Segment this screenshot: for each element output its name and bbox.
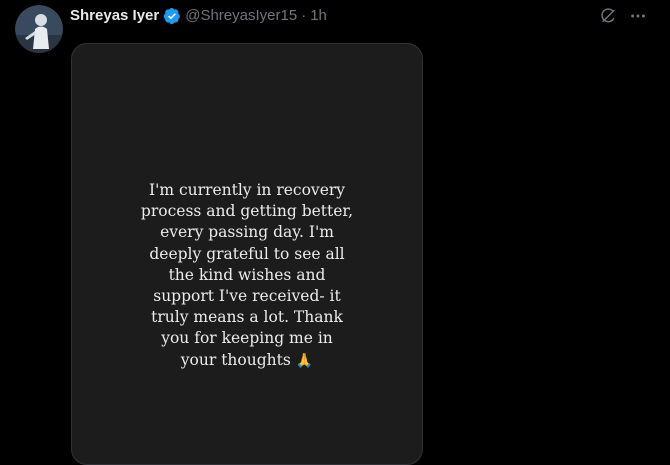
author-avatar[interactable] (15, 5, 63, 53)
story-line: every passing day. I'm (160, 223, 334, 242)
timestamp[interactable]: 1h (310, 7, 327, 25)
story-line: truly means a lot. Thank (151, 308, 343, 327)
story-line: process and getting better, (140, 202, 354, 221)
tweet-media-card[interactable]: I'm currently in recovery process and ge… (71, 43, 423, 465)
story-line: the kind wishes and (168, 265, 326, 284)
story-text: I'm currently in recovery process and ge… (72, 180, 422, 372)
tweet-header: Shreyas Iyer @ShreyasIyer15 · 1h (70, 7, 327, 25)
author-handle[interactable]: @ShreyasIyer15 (185, 7, 297, 25)
story-line-text: your thoughts (180, 350, 291, 369)
tweet-actions-top (598, 6, 648, 26)
story-line: I'm currently in recovery (148, 181, 346, 199)
more-options-icon[interactable] (628, 6, 648, 26)
story-line: you for keeping me in (161, 329, 333, 348)
story-line: support I've received- it (153, 287, 341, 306)
folded-hands-emoji-icon: 🙏 (295, 352, 314, 369)
story-line-last: your thoughts 🙏 (127, 350, 367, 372)
verified-badge-icon (163, 7, 181, 25)
story-line: deeply grateful to see all (149, 244, 345, 263)
separator-dot: · (301, 7, 307, 24)
author-name[interactable]: Shreyas Iyer (70, 7, 159, 25)
grok-icon[interactable] (598, 6, 618, 26)
